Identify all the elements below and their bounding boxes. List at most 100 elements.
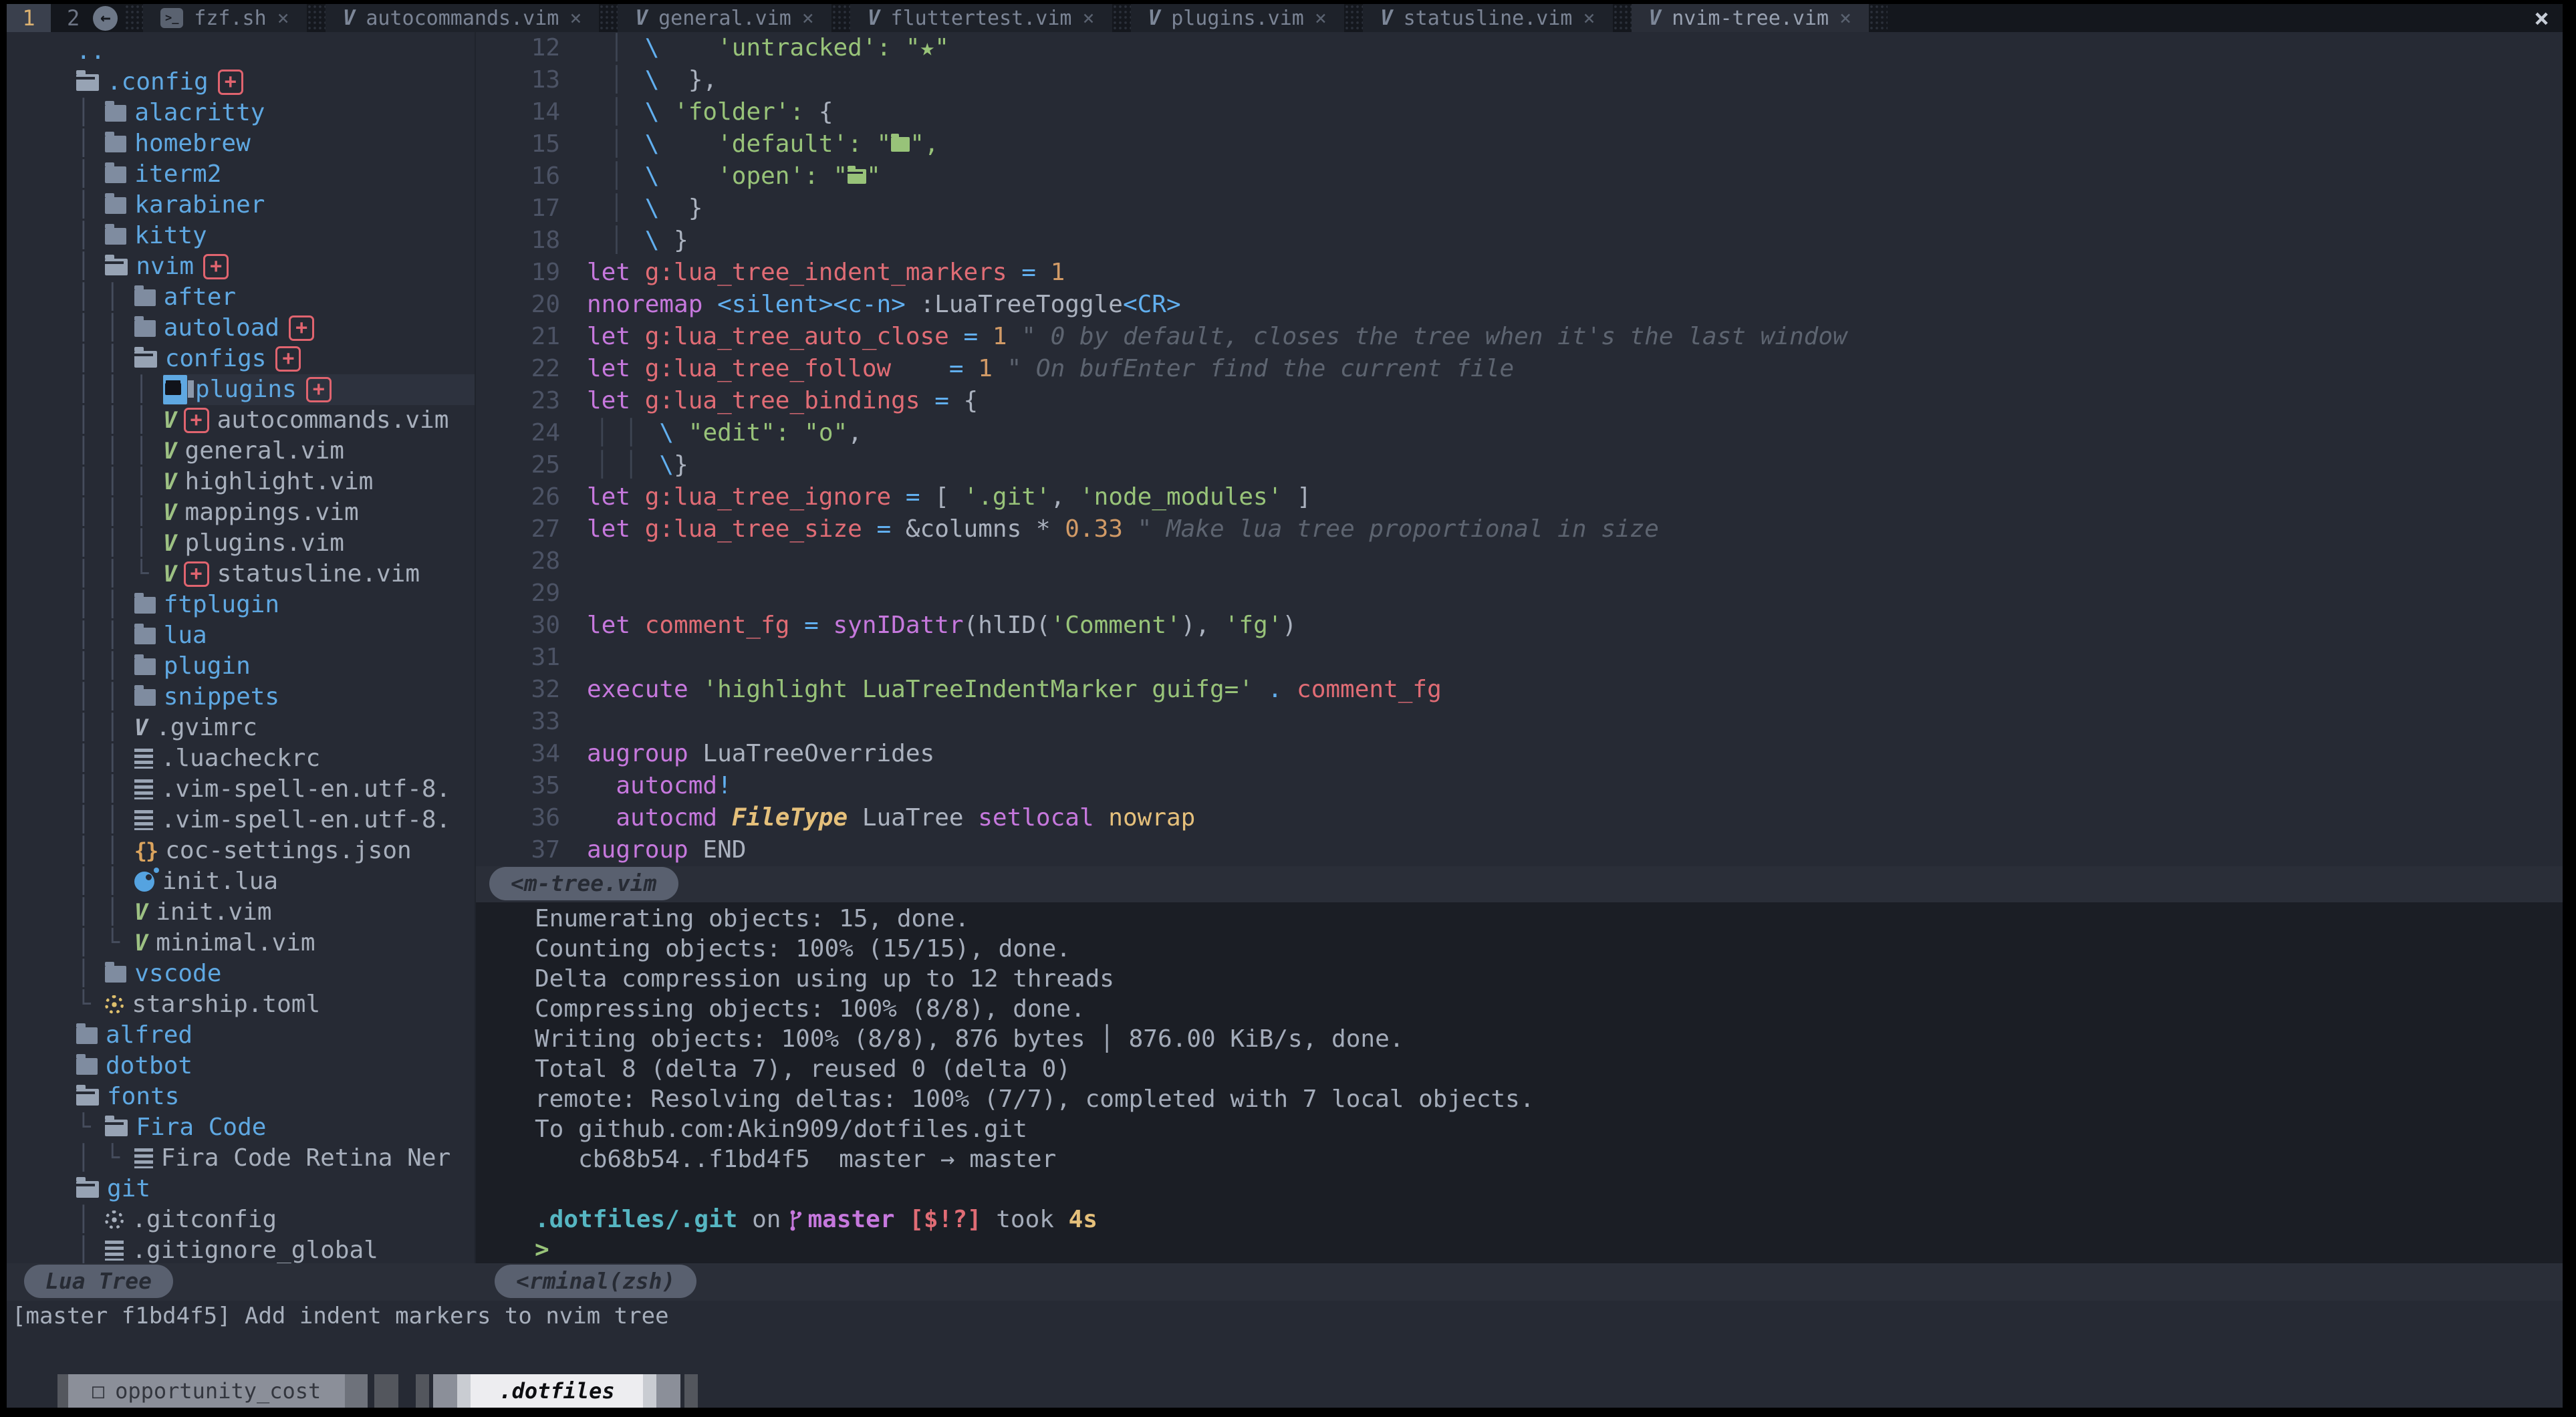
editor-statusline: <m-tree.vim	[476, 866, 2563, 902]
tmux-pane-1[interactable]: 1	[7, 4, 51, 32]
tab-close-icon[interactable]: ×	[1583, 7, 1595, 30]
terminal-split[interactable]: Enumerating objects: 15, done.Counting o…	[476, 902, 2563, 1263]
tab-close-icon[interactable]: ×	[1082, 7, 1094, 30]
tab-separator	[599, 4, 618, 32]
tree-item-label: configs	[165, 344, 267, 374]
tree-item-general.vim[interactable]: │ │ │ Vgeneral.vim	[7, 436, 475, 467]
tree-item-.config[interactable]: .config+	[7, 67, 475, 98]
tree-indent-guide: │	[76, 251, 105, 282]
tree-item-alfred[interactable]: alfred	[7, 1020, 475, 1051]
tree-item-minimal.vim[interactable]: │ └ Vminimal.vim	[7, 928, 475, 958]
tree-item-statusline.vim[interactable]: │ │ └ V+statusline.vim	[7, 559, 475, 590]
git-new-badge: +	[184, 408, 209, 433]
tree-item-.gitignore_global[interactable]: │ .gitignore_global	[7, 1235, 475, 1263]
tmux-gap	[398, 1374, 416, 1408]
tab-autocommands.vim[interactable]: Vautocommands.vim×	[326, 4, 600, 32]
tree-item-configs[interactable]: │ │ configs+	[7, 344, 475, 374]
tab-nvim-tree.vim[interactable]: Vnvim-tree.vim×	[1632, 4, 1870, 32]
tree-item-lua[interactable]: │ │ lua	[7, 620, 475, 651]
tree-item-dotbot[interactable]: dotbot	[7, 1051, 475, 1081]
tmux-window-opportunity-cost[interactable]: □opportunity_cost	[68, 1374, 345, 1408]
terminal-output-line: To github.com:Akin909/dotfiles.git	[535, 1114, 2563, 1144]
tab-close-icon[interactable]: ×	[1839, 7, 1851, 30]
tree-item-git[interactable]: git	[7, 1174, 475, 1204]
tree-item-plugins.vim[interactable]: │ │ │ Vplugins.vim	[7, 528, 475, 559]
tree-item-.vim-spell-en.utf-8.[interactable]: │ │ .vim-spell-en.utf-8.	[7, 805, 475, 835]
tab-plugins.vim[interactable]: Vplugins.vim×	[1131, 4, 1344, 32]
tab-fzf.sh[interactable]: fzf.sh×	[143, 4, 306, 32]
gear-icon	[105, 995, 124, 1014]
tab-close-icon[interactable]: ×	[802, 7, 814, 30]
vim-file-icon: V	[134, 928, 148, 958]
tree-item-label: general.vim	[185, 436, 344, 467]
tree-item-highlight.vim[interactable]: │ │ │ Vhighlight.vim	[7, 467, 475, 497]
tmux-gap	[368, 1374, 374, 1408]
tree-item-autocommands.vim[interactable]: │ │ │ V+autocommands.vim	[7, 405, 475, 436]
file-tree-sidebar[interactable]: ...config+│ alacritty│ homebrew│ iterm2│…	[7, 32, 476, 1263]
code-line: 33	[476, 706, 2563, 738]
tree-item-autoload[interactable]: │ │ autoload+	[7, 313, 475, 344]
tree-item-Fira Code[interactable]: └ Fira Code	[7, 1112, 475, 1143]
tmux-fade	[345, 1374, 368, 1408]
tree-item-homebrew[interactable]: │ homebrew	[7, 128, 475, 159]
tree-indent-guide: │ │	[76, 282, 134, 313]
tree-item-label: starship.toml	[132, 989, 320, 1020]
tree-item-kitty[interactable]: │ kitty	[7, 221, 475, 251]
tree-item-starship.toml[interactable]: └ starship.toml	[7, 989, 475, 1020]
tree-item-vscode[interactable]: │ vscode	[7, 958, 475, 989]
tree-item-alacritty[interactable]: │ alacritty	[7, 98, 475, 128]
back-arrow-icon[interactable]: ←	[93, 6, 118, 31]
tree-item-plugins[interactable]: │ │ │ plugins+	[7, 374, 475, 405]
tree-item-plugin[interactable]: │ │ plugin	[7, 651, 475, 682]
line-number: 35	[476, 770, 587, 802]
tree-item-mappings.vim[interactable]: │ │ │ Vmappings.vim	[7, 497, 475, 528]
tree-item-.gitconfig[interactable]: │ .gitconfig	[7, 1204, 475, 1235]
tree-item-label: git	[107, 1174, 150, 1204]
folder-icon	[134, 628, 156, 644]
tree-item-iterm2[interactable]: │ iterm2	[7, 159, 475, 190]
vim-file-icon: V	[163, 559, 176, 590]
tree-item-.vim-spell-en.utf-8.[interactable]: │ │ .vim-spell-en.utf-8.	[7, 774, 475, 805]
tree-item-.luacheckrc[interactable]: │ │ .luacheckrc	[7, 743, 475, 774]
tree-item-ftplugin[interactable]: │ │ ftplugin	[7, 590, 475, 620]
tmux-status-bar: □opportunity_cost .dotfiles	[7, 1374, 2563, 1408]
tree-indent-guide: │ │	[76, 313, 134, 344]
tree-item-init.vim[interactable]: │ │ Vinit.vim	[7, 897, 475, 928]
tree-indent-guide: │ │	[76, 743, 134, 774]
git-new-badge: +	[275, 346, 301, 372]
tab-statusline.vim[interactable]: Vstatusline.vim×	[1363, 4, 1613, 32]
line-number: 15	[476, 128, 587, 160]
tree-indent-guide: │ │ │	[76, 374, 163, 405]
tab-general.vim[interactable]: Vgeneral.vim×	[618, 4, 831, 32]
tmux-fade	[643, 1374, 656, 1408]
tree-indent-guide: │ │	[76, 835, 134, 866]
tree-indent-guide: │ │ │	[76, 436, 163, 467]
tree-item-karabiner[interactable]: │ karabiner	[7, 190, 475, 221]
tree-item-fonts[interactable]: fonts	[7, 1081, 475, 1112]
tab-close-icon[interactable]: ×	[277, 7, 289, 30]
tmux-pane-2[interactable]: 2	[67, 4, 80, 32]
tmux-window-dotfiles[interactable]: .dotfiles	[471, 1374, 642, 1408]
close-all-icon[interactable]: ×	[2521, 4, 2563, 32]
vim-file-icon: V	[163, 405, 176, 436]
tree-item-..[interactable]: ..	[7, 36, 475, 67]
tree-item-snippets[interactable]: │ │ snippets	[7, 682, 475, 713]
line-number: 19	[476, 257, 587, 289]
code-line: 14 ▏ \ 'folder': {	[476, 96, 2563, 128]
tab-close-icon[interactable]: ×	[1315, 7, 1327, 30]
tree-item-init.lua[interactable]: │ │ init.lua	[7, 866, 475, 897]
tree-item-label: plugin	[164, 651, 251, 682]
line-number: 33	[476, 706, 587, 738]
tree-item-after[interactable]: │ │ after	[7, 282, 475, 313]
terminal-icon	[160, 8, 183, 28]
tree-item-.gvimrc[interactable]: │ │ V.gvimrc	[7, 713, 475, 743]
tree-indent-guide: │	[76, 98, 105, 128]
tab-fluttertest.vim[interactable]: Vfluttertest.vim×	[850, 4, 1112, 32]
vim-file-icon: V	[134, 713, 148, 743]
code-editor[interactable]: 12 ▏ \ 'untracked': "★"13 ▏ \ },14 ▏ \ '…	[476, 32, 2563, 866]
tree-item-nvim[interactable]: │ nvim+	[7, 251, 475, 282]
tab-bar: 1 2 ← fzf.sh× Vautocommands.vim× Vgeneral.…	[7, 4, 2563, 32]
tree-item-coc-settings.json[interactable]: │ │ {}coc-settings.json	[7, 835, 475, 866]
tree-item-Fira Code Retina Ner[interactable]: │ └ Fira Code Retina Ner	[7, 1143, 475, 1174]
tab-close-icon[interactable]: ×	[569, 7, 582, 30]
